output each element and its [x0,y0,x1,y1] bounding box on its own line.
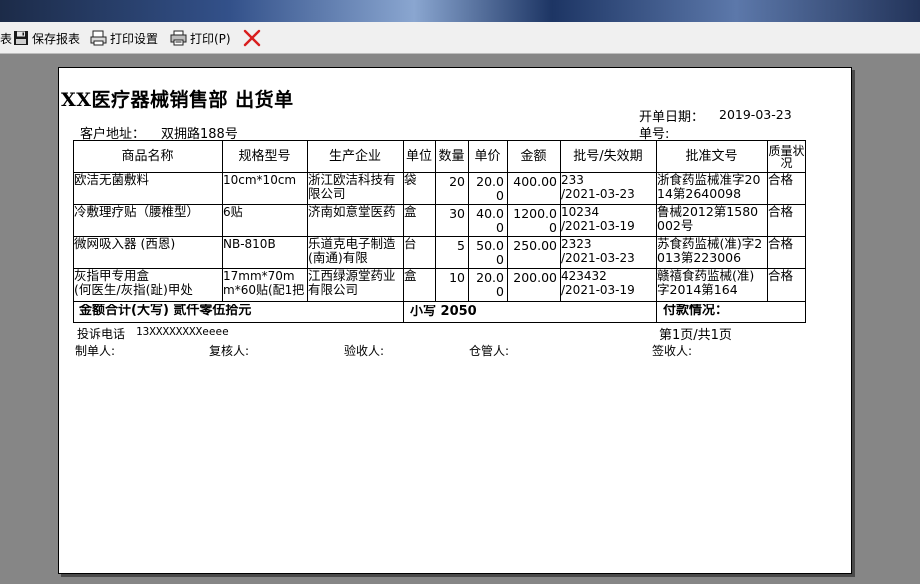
warehouse-keeper-label: 仓管人: [469,344,510,358]
save-report-label: 保存报表 [32,31,81,46]
cell-manufacturer: 济南如意堂医药 [308,205,396,219]
complaint-phone-value: 13XXXXXXXXeeee [136,325,229,338]
partial-button[interactable]: 表 [0,27,12,49]
cell-quantity: 10 [449,270,465,285]
cell-quality-status: 合格 [768,173,794,187]
header-unit: 单位 [405,148,432,164]
cell-spec-model: NB-810B [223,237,276,251]
cell-unit-price: 20.00 [476,174,504,203]
cell-product-name: 微网吸入器 (西恩) [74,237,176,251]
floppy-disk-icon [13,30,29,46]
cell-approval-number: 鲁械2012第1580002号 [657,205,759,233]
partial-button-label: 表 [0,31,13,46]
cell-unit: 盒 [404,269,417,283]
cell-spec-model: 17mm*70mm*60贴(配1把 [223,269,305,297]
cell-unit-price: 40.00 [476,206,504,235]
header-product-name: 商品名称 [121,148,174,164]
printer-icon [170,30,187,46]
cell-approval-number: 赣禧食药监械(准)字2014第164 [657,269,755,297]
cell-quantity: 30 [449,206,465,221]
cell-batch-expiry: 233 /2021-03-23 [561,173,635,201]
maker-label: 制单人: [75,344,116,358]
cell-amount: 1200.00 [513,206,557,235]
cell-unit: 袋 [404,173,417,187]
cell-manufacturer: 江西绿源堂药业有限公司 [308,269,396,297]
cell-quality-status: 合格 [768,269,794,283]
cell-amount: 400.00 [513,174,557,189]
header-approval-number: 批准文号 [685,148,738,164]
print-setup-label: 打印设置 [110,31,159,46]
cell-batch-expiry: 423432 /2021-03-19 [561,269,635,297]
cell-quantity: 5 [457,238,465,253]
issue-date-value: 2019-03-23 [719,107,792,122]
save-report-button[interactable]: 保存报表 [13,27,80,49]
header-spec-model: 规格型号 [238,148,291,164]
print-setup-button[interactable]: 打印设置 [90,27,158,49]
cell-quantity: 20 [449,174,465,189]
total-in-figures: 小写 2050 [410,305,477,319]
total-in-words: 金额合计(大写) 贰仟零伍拾元 [79,304,252,318]
header-quality-status: 质量状况 [768,143,805,170]
close-button[interactable] [243,27,261,49]
toolbar: 表 保存报表 打印设置 打印(P) [0,22,920,54]
cell-quality-status: 合格 [768,205,794,219]
cell-spec-model: 6贴 [223,205,243,219]
cell-amount: 250.00 [513,238,557,253]
cell-unit-price: 20.00 [476,270,504,299]
cell-product-name: 灰指甲专用盒 (何医生/灰指(趾)甲处 [74,269,193,297]
cell-batch-expiry: 10234 /2021-03-19 [561,205,635,233]
page-setup-icon [90,30,107,46]
cell-spec-model: 10cm*10cm [223,173,297,187]
cell-approval-number: 苏食药监械(准)字2013第223006 [657,237,763,265]
cell-manufacturer: 乐道克电子制造(南通)有限 [308,237,396,265]
header-batch-expiry: 批号/失效期 [573,148,643,164]
header-manufacturer: 生产企业 [328,148,381,164]
header-unit-price: 单价 [474,148,501,164]
cell-unit: 盒 [404,205,417,219]
cell-quality-status: 合格 [768,237,794,251]
header-quantity: 数量 [438,148,465,164]
reviewer-label: 复核人: [209,344,250,358]
cell-product-name: 欧洁无菌敷料 [74,173,150,187]
goods-table: 商品名称 规格型号 生产企业 单位 数量 单价 金额 批号/失效期 批准文号 质量状况欧洁无菌敷料… [73,140,806,323]
page-info: 第1页/共1页 [659,328,732,343]
payment-status-label: 付款情况： [663,304,729,318]
page-title: XX医疗器械销售部 出货单 [61,89,294,111]
close-icon [243,29,261,47]
print-label: 打印(P) [190,31,231,46]
cell-amount: 200.00 [513,270,557,285]
print-button[interactable]: 打印(P) [170,27,231,49]
window-title-bar [0,0,920,22]
cell-product-name: 冷敷理疗贴（腰椎型） [74,205,200,219]
cell-batch-expiry: 2323 /2021-03-23 [561,237,635,265]
cell-unit: 台 [404,237,417,251]
signer-label: 签收人: [652,344,693,358]
cell-manufacturer: 浙江欧洁科技有限公司 [308,173,396,201]
cell-approval-number: 浙食药监械准字2014第2640098 [657,173,761,201]
print-preview-page: XX医疗器械销售部 出货单 开单日期： 2019-03-23 客户地址： 双拥路… [58,67,852,574]
receiver-label: 验收人: [344,344,385,358]
cell-unit-price: 50.00 [476,238,504,267]
complaint-phone-label: 投诉电话 [77,327,126,341]
header-amount: 金额 [520,148,547,164]
